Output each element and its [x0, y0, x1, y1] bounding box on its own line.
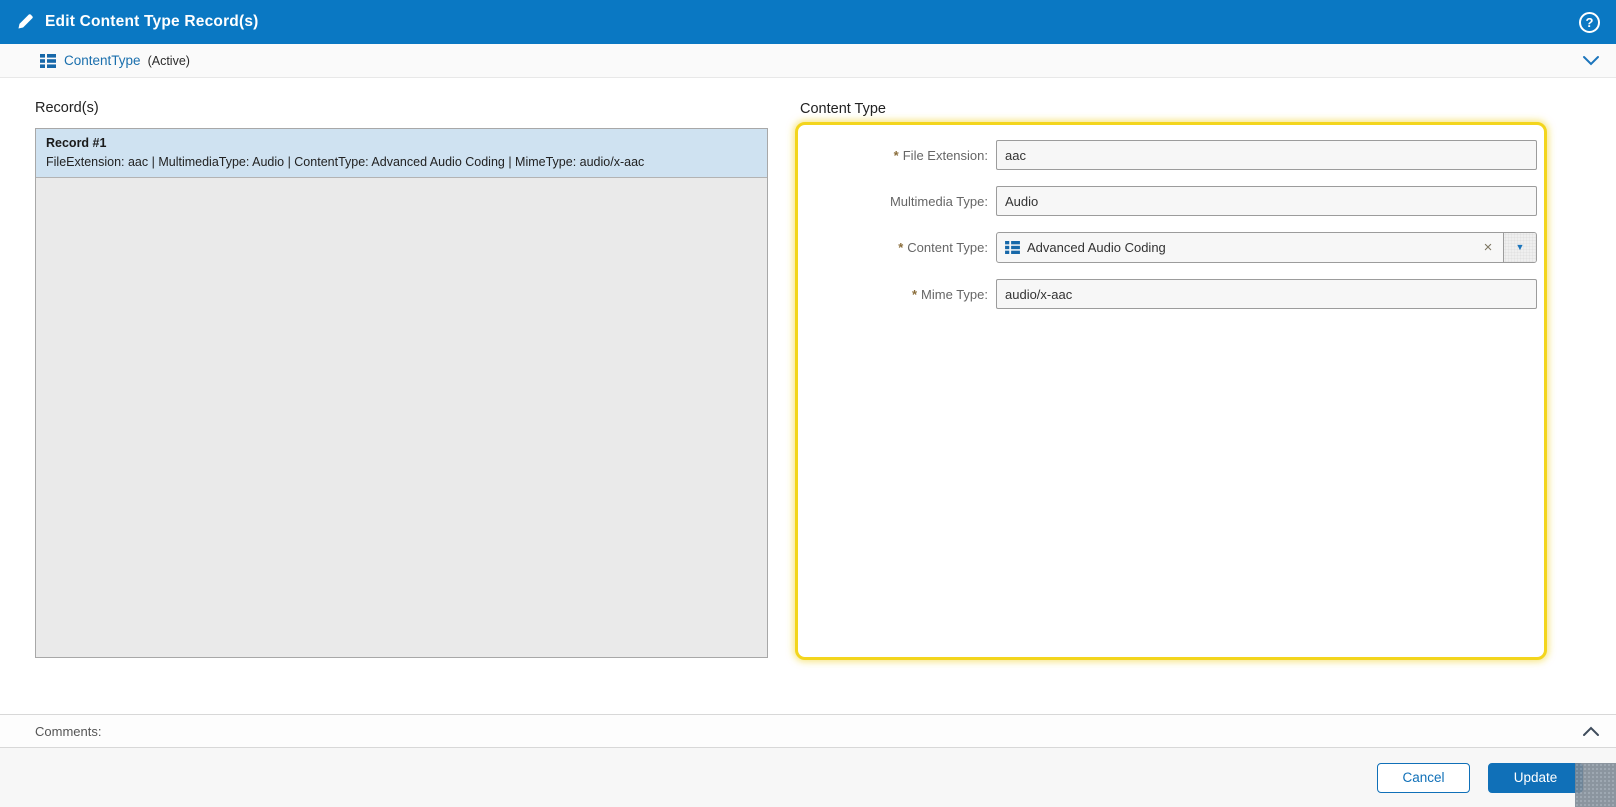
mime-type-label: * Mime Type: — [911, 286, 988, 302]
help-icon[interactable]: ? — [1579, 11, 1600, 33]
dialog-titlebar: Edit Content Type Record(s) ? — [0, 0, 1616, 44]
chevron-up-icon[interactable] — [1582, 726, 1600, 737]
entity-status-badge: (Active) — [147, 53, 190, 68]
table-icon — [40, 53, 56, 68]
cancel-button[interactable]: Cancel — [1377, 762, 1470, 793]
content-type-row: * Content Type: Advanced Audio Coding × … — [804, 232, 1538, 263]
multimedia-type-row: Multimedia Type: — [804, 186, 1538, 216]
record-title: Record #1 — [46, 136, 107, 150]
file-extension-row: * File Extension: — [804, 140, 1538, 170]
dialog-body: Record(s) Record #1 FileExtension: aac |… — [0, 78, 1616, 714]
corner-overlay-artifact — [1575, 763, 1616, 807]
update-button[interactable]: Update — [1488, 762, 1583, 793]
record-list-item-selected[interactable]: Record #1 FileExtension: aac | Multimedi… — [36, 129, 767, 178]
required-marker: * — [898, 240, 904, 255]
entity-header-bar[interactable]: ContentType (Active) — [0, 44, 1616, 78]
mime-type-input[interactable] — [996, 279, 1537, 309]
records-panel-heading: Record(s) — [35, 100, 99, 116]
mime-type-row: * Mime Type: — [804, 279, 1538, 309]
table-icon — [1005, 241, 1020, 254]
multimedia-type-input[interactable] — [996, 186, 1537, 216]
file-extension-label: * File Extension: — [893, 147, 988, 163]
dialog-footer: Cancel Update — [0, 748, 1616, 807]
content-type-value: Advanced Audio Coding — [1027, 240, 1166, 255]
dropdown-button[interactable]: ▼ — [1503, 233, 1536, 262]
content-type-lookup-value[interactable]: Advanced Audio Coding — [997, 233, 1473, 262]
content-type-lookup[interactable]: Advanced Audio Coding × ▼ — [996, 232, 1537, 263]
comments-label: Comments: — [35, 723, 102, 739]
edit-pencil-icon — [16, 13, 34, 31]
dropdown-arrow-icon: ▼ — [1515, 242, 1525, 252]
clear-icon[interactable]: × — [1473, 233, 1503, 262]
chevron-down-icon[interactable] — [1582, 55, 1600, 66]
record-list[interactable]: Record #1 FileExtension: aac | Multimedi… — [35, 128, 768, 658]
required-marker: * — [893, 147, 899, 163]
multimedia-type-label: Multimedia Type: — [889, 193, 988, 209]
dialog-title: Edit Content Type Record(s) — [45, 13, 259, 30]
form-panel-heading: Content Type — [800, 101, 886, 117]
file-extension-input[interactable] — [996, 140, 1537, 170]
comments-section-bar[interactable]: Comments: — [0, 714, 1616, 748]
content-type-form: *File Extension: Multimedia Type: *Conte… — [795, 122, 1547, 660]
record-summary: FileExtension: aac | MultimediaType: Aud… — [46, 154, 645, 169]
entity-name: ContentType — [64, 53, 141, 68]
required-marker: * — [911, 286, 918, 302]
content-type-label: * Content Type: — [898, 240, 988, 255]
